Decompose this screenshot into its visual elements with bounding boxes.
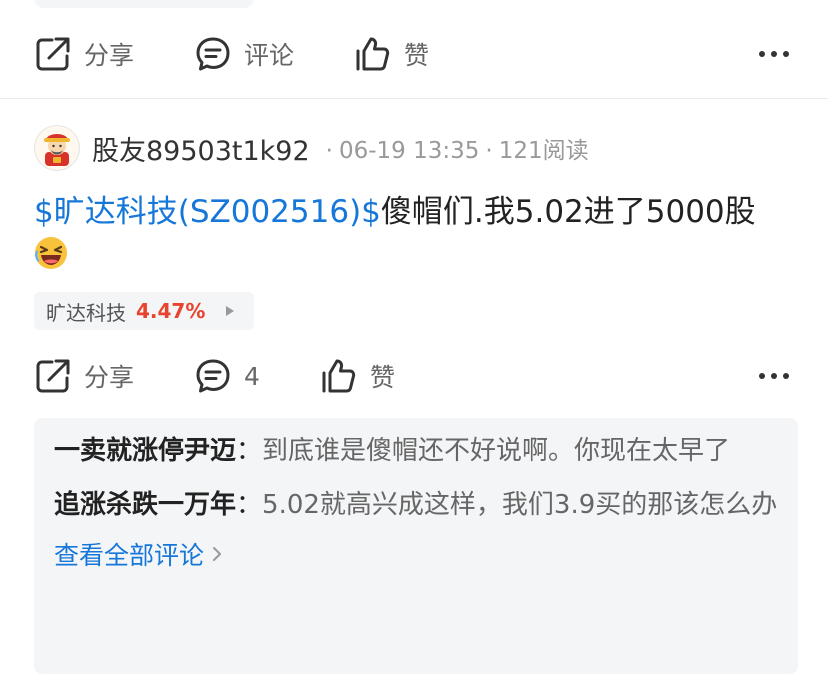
comment-separator: ：: [236, 436, 263, 466]
comment-button[interactable]: 评论: [194, 32, 354, 76]
like-label: 赞: [370, 363, 396, 392]
post-meta: · 06-19 13:35 · 121阅读: [320, 131, 589, 165]
like-button[interactable]: 赞: [320, 354, 395, 398]
previous-stock-chip[interactable]: [34, 0, 254, 8]
post-date: 06-19 13:35: [338, 138, 480, 164]
like-label: 赞: [404, 41, 430, 70]
comment-icon: [196, 37, 230, 71]
like-button[interactable]: 赞: [354, 32, 429, 76]
chevron-right-icon: [213, 547, 222, 561]
post-content: $旷达科技(SZ002516)$傻帽们.我5.02进了5000股: [34, 190, 804, 278]
share-icon: [36, 359, 70, 393]
avatar[interactable]: [34, 125, 80, 171]
comment-author[interactable]: 一卖就涨停尹迈: [54, 436, 236, 466]
comment-text: 到底谁是傻帽还不好说啊。你现在太早了: [262, 436, 731, 466]
previous-post-action-bar: 分享 评论 赞: [34, 32, 794, 76]
post-divider: [0, 98, 828, 99]
share-button[interactable]: 分享: [34, 32, 194, 76]
more-options-button[interactable]: [754, 356, 794, 396]
post-text: 傻帽们.我5.02进了5000股: [380, 194, 756, 230]
view-all-comments-label: 查看全部评论: [54, 541, 205, 570]
play-arrow-icon: [226, 306, 235, 316]
share-label: 分享: [84, 41, 135, 70]
post-header: 股友89503t1k92 · 06-19 13:35 · 121阅读: [34, 124, 589, 172]
stock-name: 旷达科技: [46, 300, 126, 325]
laughing-face-icon: [35, 237, 67, 269]
stock-quote-chip[interactable]: 旷达科技 4.47%: [34, 292, 254, 330]
comments-preview: 一卖就涨停尹迈：到底谁是傻帽还不好说啊。你现在太早了 追涨杀跌一万年：5.02就…: [34, 418, 798, 674]
comment-count: 4: [244, 361, 260, 391]
comment-author[interactable]: 追涨杀跌一万年: [54, 490, 236, 520]
meta-separator: ·: [325, 138, 333, 164]
share-icon: [36, 37, 70, 71]
more-dots-icon: [759, 51, 789, 57]
more-options-button[interactable]: [754, 34, 794, 74]
comment-label: 评论: [244, 41, 295, 70]
comment-item[interactable]: 追涨杀跌一万年：5.02就高兴成这样，我们3.9买的那该怎么办: [54, 486, 778, 524]
comment-button[interactable]: 4: [194, 354, 320, 398]
share-button[interactable]: 分享: [34, 354, 194, 398]
stock-tag-link[interactable]: $旷达科技(SZ002516)$: [34, 194, 381, 230]
share-label: 分享: [84, 363, 135, 392]
read-count: 121阅读: [498, 138, 589, 164]
more-dots-icon: [759, 373, 789, 379]
thumbs-up-icon: [356, 37, 390, 71]
post-action-bar: 分享 4 赞: [34, 354, 794, 398]
fortune-god-avatar-icon: [44, 134, 70, 166]
comment-item[interactable]: 一卖就涨停尹迈：到底谁是傻帽还不好说啊。你现在太早了: [54, 432, 778, 470]
feed-page: 分享 评论 赞 股友89503t1k92 · 06-19 13:35 · 121…: [0, 0, 828, 680]
stock-change: 4.47%: [136, 299, 206, 323]
thumbs-up-icon: [322, 359, 356, 393]
comment-separator: ：: [236, 490, 263, 520]
view-all-comments-link[interactable]: 查看全部评论: [54, 536, 222, 572]
comment-icon: [196, 359, 230, 393]
username[interactable]: 股友89503t1k92: [92, 129, 310, 168]
meta-separator: ·: [485, 138, 493, 164]
comment-text: 5.02就高兴成这样，我们3.9买的那该怎么办: [262, 490, 778, 520]
